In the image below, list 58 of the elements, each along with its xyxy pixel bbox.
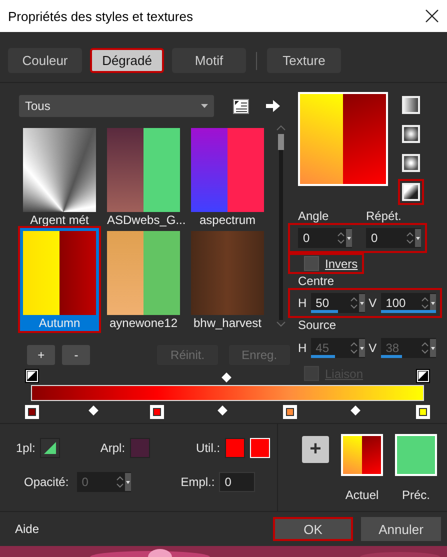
location-label: Empl.: — [180, 475, 215, 489]
cancel-button[interactable]: Annuler — [361, 517, 441, 541]
spin-field[interactable]: 100 — [380, 293, 436, 313]
previous-label: Préc. — [402, 488, 430, 502]
midpoint-handle[interactable] — [221, 372, 231, 382]
spin-field[interactable]: 0 — [298, 228, 352, 248]
tab[interactable]: Texture — [267, 48, 341, 73]
gradient-style-button[interactable] — [398, 179, 424, 205]
opacity-label: Opacité: — [24, 475, 69, 489]
spin-field[interactable]: 50 — [310, 293, 365, 313]
color-stop-handle[interactable] — [283, 405, 298, 419]
caret-icon — [201, 104, 208, 108]
location-field[interactable]: 0 — [218, 472, 255, 492]
previous-swatch[interactable] — [395, 434, 437, 476]
color-stop-handle[interactable] — [416, 405, 430, 419]
category-dropdown[interactable]: Tous — [19, 95, 214, 117]
tab[interactable]: Couleur — [8, 48, 82, 73]
h-label: H — [298, 341, 307, 355]
list-view-icon[interactable] — [233, 98, 249, 114]
color-swatch[interactable] — [130, 438, 150, 458]
spin-arrows-icon[interactable] — [405, 229, 421, 247]
tab[interactable]: Motif — [172, 48, 246, 73]
arrow-right-icon[interactable] — [266, 100, 280, 112]
midpoint-handle[interactable] — [217, 406, 228, 416]
add-button[interactable]: + — [27, 345, 56, 365]
spin-arrows-icon[interactable] — [348, 294, 365, 312]
v-label: V — [368, 341, 377, 355]
ok-button[interactable]: OK — [273, 517, 353, 541]
spin-field[interactable]: 0 — [366, 228, 421, 248]
help-link[interactable]: Aide — [15, 522, 265, 536]
gradient-swatch-icon[interactable] — [40, 438, 60, 458]
angle-label: Angle — [298, 209, 330, 223]
close-icon[interactable] — [425, 9, 439, 23]
opacity-stop-handle[interactable] — [416, 369, 430, 383]
scrollbar[interactable] — [276, 125, 286, 327]
midpoint-handle[interactable] — [350, 406, 360, 416]
source-label: Source — [298, 318, 338, 332]
centre-label: Centre — [298, 274, 336, 288]
window-title: Propriétés des styles et textures — [8, 8, 193, 24]
add-button[interactable]: + — [302, 436, 329, 463]
invert-checkbox[interactable]: Invers — [288, 253, 364, 274]
color-swatch[interactable] — [225, 438, 246, 458]
midpoint-handle[interactable] — [88, 406, 98, 416]
color-stop-handle[interactable] — [150, 405, 164, 419]
gradient-thumbnail[interactable]: Autumn — [18, 226, 101, 333]
spin-arrows-icon[interactable] — [336, 229, 352, 247]
current-swatch[interactable] — [341, 434, 383, 476]
current-label: Actuel — [345, 488, 379, 502]
color-stop-handle[interactable] — [25, 405, 39, 419]
repeat-label: Répét. — [366, 209, 402, 223]
remove-button[interactable]: - — [62, 345, 90, 365]
v-label: V — [368, 296, 377, 310]
swatch-label: Util.: — [196, 441, 220, 455]
opacity-stop-handle[interactable] — [25, 369, 39, 383]
h-label: H — [298, 296, 307, 310]
tab[interactable]: Dégradé — [90, 48, 164, 73]
swatch-label: 1pl: — [16, 441, 36, 455]
swatch-label: Arpl: — [100, 441, 126, 455]
